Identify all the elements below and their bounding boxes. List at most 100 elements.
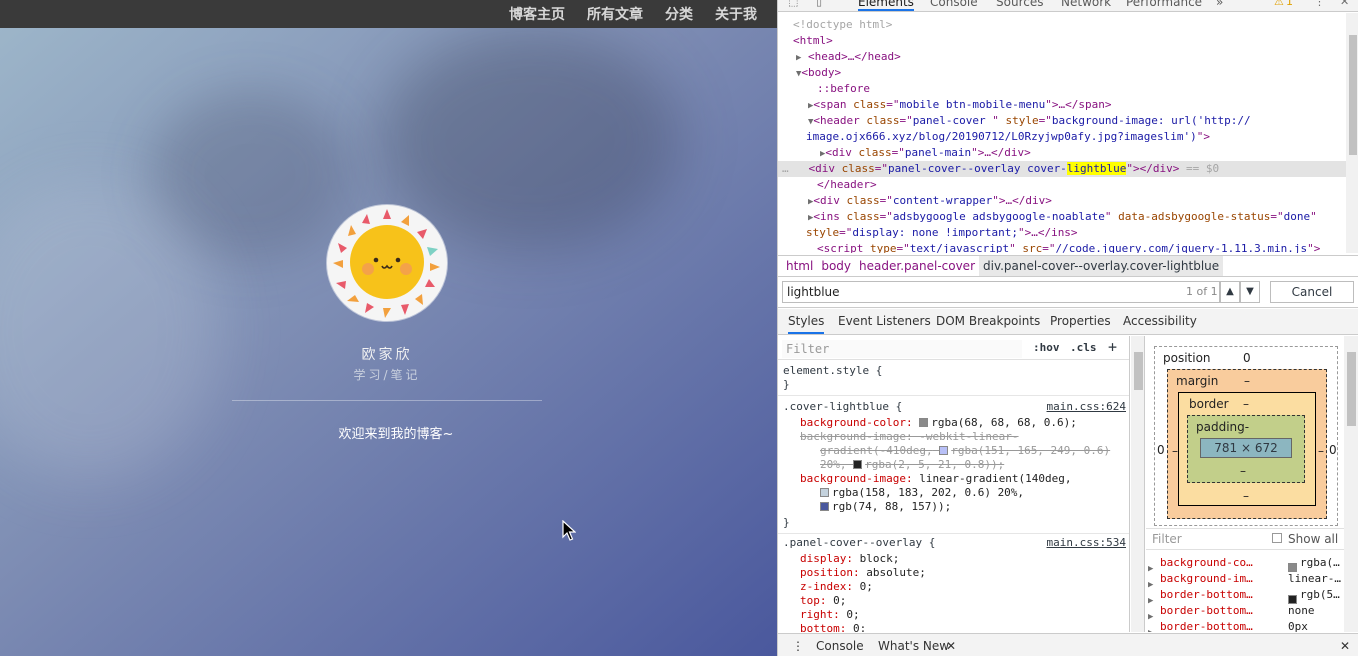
nav-all-posts-link[interactable]: 所有文章 [587, 4, 643, 24]
source-link[interactable]: main.css:624 [1047, 400, 1126, 413]
dom-node-content-wrapper[interactable]: ▶<div class="content-wrapper">…</div> [778, 193, 1346, 209]
style-prop[interactable]: top: 0; [800, 594, 846, 608]
show-all-checkbox[interactable] [1272, 533, 1282, 543]
computed-prop-row[interactable]: ▶ background-co… rgba(… [1148, 555, 1358, 574]
breadcrumb-body[interactable]: body [817, 256, 855, 276]
position-label: position [1163, 351, 1211, 365]
margin-label: margin [1176, 374, 1219, 388]
computed-prop-row[interactable]: ▶ border-bottom… rgb(5… [1148, 587, 1358, 606]
dom-node-header-close[interactable]: </header> [778, 177, 1346, 193]
computed-scrollbar[interactable] [1344, 336, 1358, 632]
color-swatch[interactable] [939, 446, 949, 455]
new-rule-plus-icon[interactable]: + [1108, 338, 1117, 356]
style-prop[interactable]: z-index: 0; [800, 580, 873, 594]
dom-node-script[interactable]: <script type="text/javascript" src="//co… [778, 241, 1346, 253]
box-model-content[interactable]: 781 × 672 [1200, 438, 1292, 458]
class-toggle[interactable]: .cls [1070, 341, 1097, 354]
tab-network[interactable]: Network [1061, 0, 1111, 9]
breadcrumb-overlay-div[interactable]: div.panel-cover--overlay.cover-lightblue [979, 256, 1224, 276]
dom-node-html[interactable]: <html> [778, 33, 1346, 49]
computed-prop-row[interactable]: ▶ border-bottom…0px [1148, 619, 1358, 632]
style-prop[interactable]: position: absolute; [800, 566, 926, 580]
style-prop[interactable]: display: block; [800, 552, 899, 566]
nav-about-link[interactable]: 关于我 [715, 4, 757, 24]
computed-filter-row: Filter Show all [1146, 528, 1358, 550]
breadcrumb-html[interactable]: html [782, 256, 817, 276]
settings-menu-icon[interactable]: ⋮ [1314, 0, 1325, 8]
hover-state-toggle[interactable]: :hov [1033, 341, 1060, 354]
dom-search-input[interactable]: lightblue [782, 281, 1220, 303]
style-prop-bg-image-overridden[interactable]: background-image: -webkit-linear- [800, 430, 1019, 444]
close-devtools-icon[interactable]: ✕ [1340, 0, 1349, 8]
tab-performance[interactable]: Performance [1126, 0, 1202, 9]
divider [232, 400, 542, 401]
color-swatch[interactable] [919, 418, 929, 427]
drawer-tab-whats-new[interactable]: What's New [878, 639, 949, 653]
style-prop-bg-image[interactable]: background-image: linear-gradient(140deg… [800, 472, 1072, 486]
dom-tree-scrollbar[interactable] [1346, 13, 1358, 253]
box-model-margin[interactable]: margin – – – border – – padding- – 781 ×… [1167, 369, 1327, 519]
drawer-tab-console[interactable]: Console [816, 639, 864, 653]
color-swatch[interactable] [820, 502, 829, 511]
styles-scrollbar[interactable] [1131, 336, 1145, 632]
close-drawer-icon[interactable]: ✕ [1340, 639, 1350, 653]
styles-filter-input[interactable]: Filter [782, 340, 1022, 358]
author-name: 欧家欣 [361, 347, 413, 363]
source-link[interactable]: main.css:534 [1047, 536, 1126, 549]
screen: 博客主页 所有文章 分类 关于我 欧家欣 学习/笔记 欢迎来到我的博客~ ⬚ ▯… [0, 0, 1358, 656]
style-prop-bg-color[interactable]: background-color: rgba(68, 68, 68, 0.6); [800, 416, 1077, 430]
box-model-padding[interactable]: padding- – 781 × 672 [1187, 415, 1305, 483]
search-next-button[interactable]: ▼ [1240, 281, 1260, 303]
dom-node-head[interactable]: ▶ <head>…</head> [778, 49, 1346, 65]
style-prop[interactable]: right: 0; [800, 608, 860, 622]
inspect-element-icon[interactable]: ⬚ [788, 0, 798, 8]
computed-prop-row[interactable]: ▶ border-bottom… none [1148, 603, 1358, 622]
tab-styles[interactable]: Styles [788, 314, 825, 334]
dom-node-panel-main[interactable]: ▶<div class="panel-main">…</div> [778, 145, 1346, 161]
avatar[interactable] [327, 205, 447, 321]
dom-node-doctype[interactable]: <!doctype html> [778, 17, 1346, 33]
sun-avatar-icon [333, 209, 440, 318]
dom-node-ins[interactable]: ▶<ins class="adsbygoogle adsbygoogle-noa… [778, 209, 1346, 225]
color-swatch[interactable] [820, 488, 829, 497]
dom-tree: <!doctype html> <html> ▶ <head>…</head> … [778, 13, 1346, 253]
rule-selector: .panel-cover--overlay { [783, 536, 936, 549]
style-prop[interactable]: bottom: 0; [800, 622, 866, 632]
border-bottom: – [1243, 489, 1249, 503]
warning-icon[interactable]: ⚠ [1274, 0, 1284, 8]
dom-node-span[interactable]: ▶<span class="mobile btn-mobile-menu">…<… [778, 97, 1346, 113]
device-toolbar-icon[interactable]: ▯ [816, 0, 822, 8]
tab-console[interactable]: Console [930, 0, 978, 9]
drawer-menu-icon[interactable]: ⋮ [792, 639, 804, 653]
rule-selector: element.style { [783, 364, 883, 377]
gradient-stop-1: rgba(158, 183, 202, 0.6) 20%, [820, 486, 1024, 500]
devtools-tabbar: ⬚ ▯ Elements Console Sources Network Per… [778, 0, 1358, 12]
chevron-up-icon: ▲ [1226, 286, 1234, 297]
dom-node-before[interactable]: ::before [778, 81, 1346, 97]
tab-properties[interactable]: Properties [1050, 314, 1111, 328]
gradient-stop-2: rgb(74, 88, 157)); [820, 500, 951, 514]
mouse-cursor-icon [562, 520, 576, 541]
nav-categories-link[interactable]: 分类 [665, 4, 693, 24]
color-swatch[interactable] [853, 460, 863, 469]
tab-sources[interactable]: Sources [996, 0, 1043, 9]
margin-top: – [1244, 374, 1250, 388]
nav-home-link[interactable]: 博客主页 [509, 4, 565, 24]
computed-prop-row[interactable]: ▶ background-im… linear-… [1148, 571, 1358, 590]
tab-event-listeners[interactable]: Event Listeners [838, 314, 931, 328]
computed-filter-input[interactable]: Filter [1152, 532, 1182, 546]
position-right: 0 [1329, 443, 1337, 457]
dom-node-body[interactable]: ▼<body> [778, 65, 1346, 81]
more-tabs-button[interactable]: » [1216, 0, 1223, 9]
breadcrumb-header[interactable]: header.panel-cover [855, 256, 979, 276]
tab-accessibility[interactable]: Accessibility [1123, 314, 1197, 328]
search-prev-button[interactable]: ▲ [1220, 281, 1240, 303]
dom-node-header[interactable]: ▼<header class="panel-cover " style="bac… [778, 113, 1346, 129]
dom-node-overlay-selected[interactable]: … <div class="panel-cover--overlay cover… [778, 161, 1346, 177]
tab-elements[interactable]: Elements [858, 0, 914, 11]
border-label: border [1189, 397, 1229, 411]
tab-dom-breakpoints[interactable]: DOM Breakpoints [936, 314, 1040, 328]
box-model-border[interactable]: border – – padding- – 781 × 672 [1178, 392, 1316, 506]
search-cancel-button[interactable]: Cancel [1270, 281, 1354, 303]
close-tab-icon[interactable]: ✕ [946, 639, 956, 653]
